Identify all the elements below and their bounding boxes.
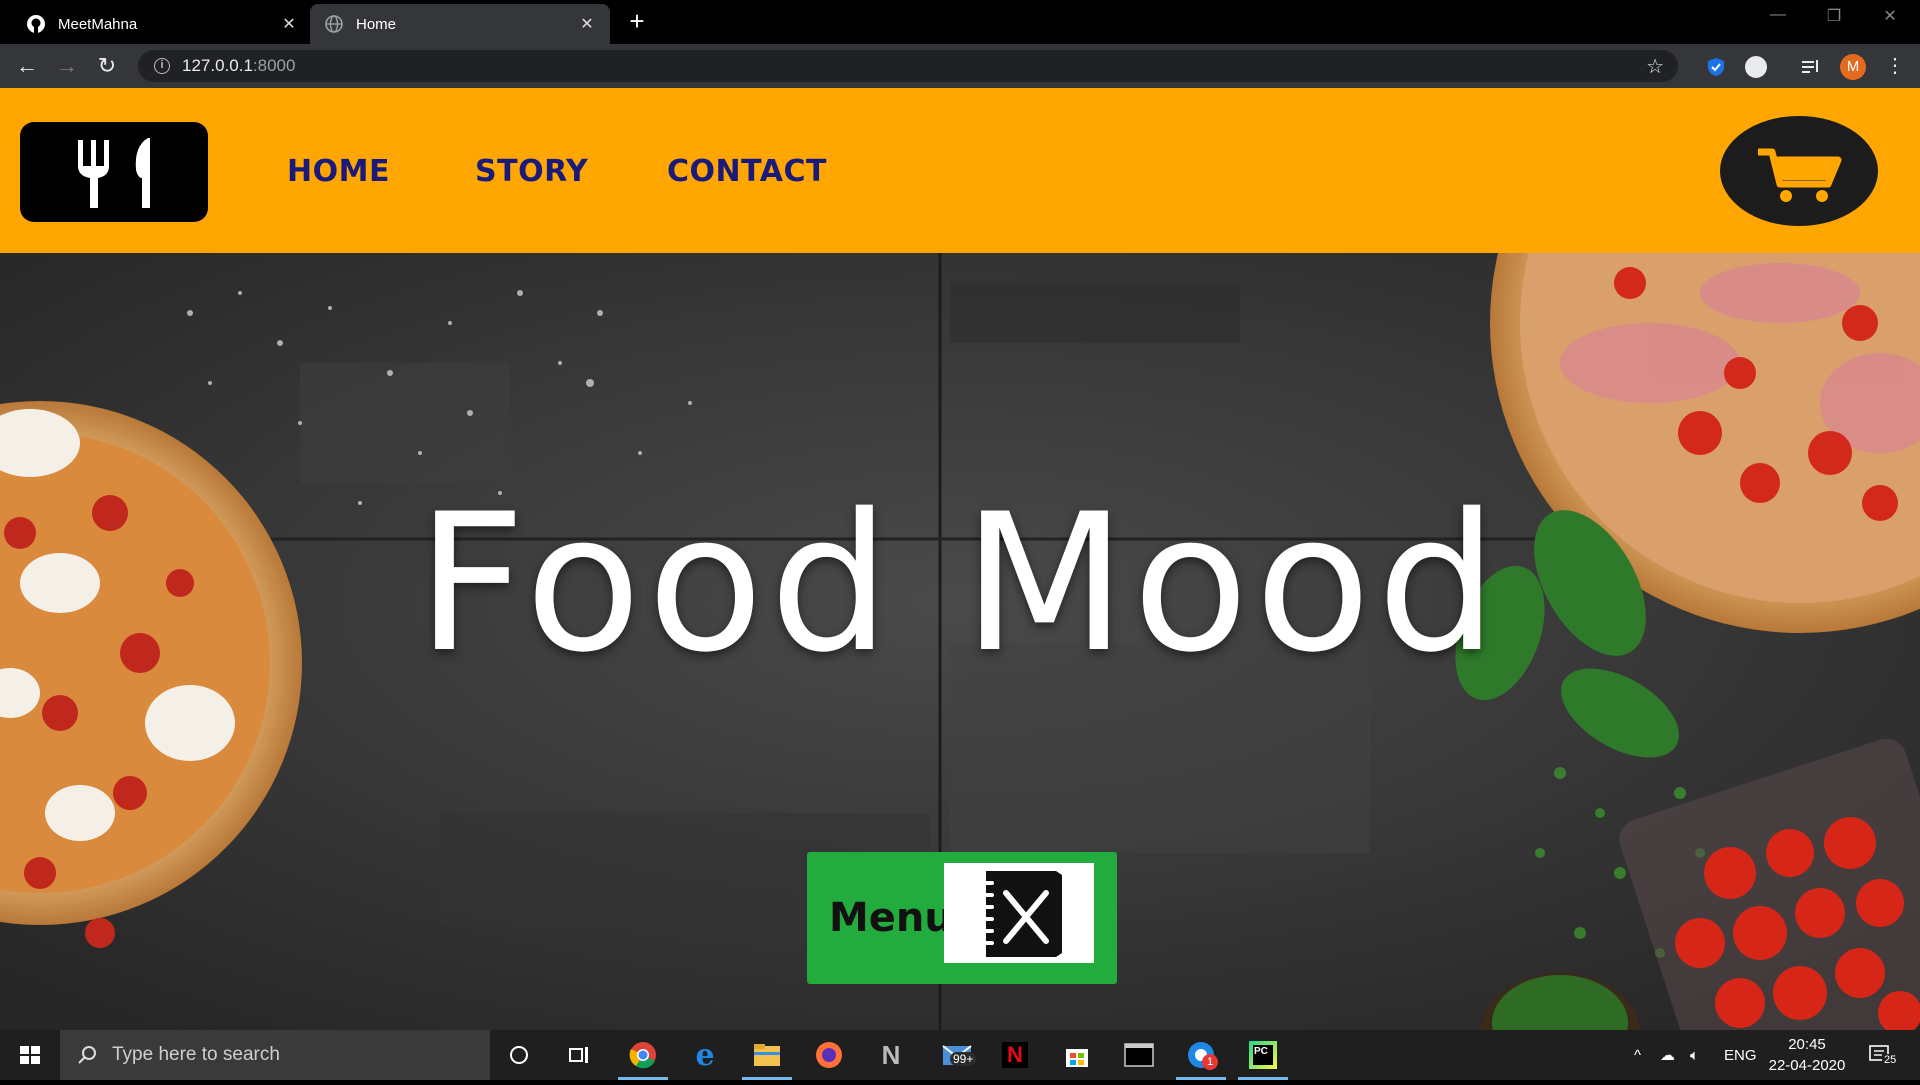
- store-icon[interactable]: [1060, 1038, 1094, 1072]
- windows-taskbar: Type here to search e N 99+ N 1 PC ^ ☁ 🔈…: [0, 1030, 1920, 1080]
- tab-title: MeetMahna: [58, 15, 138, 33]
- taskbar-clock[interactable]: 20:45 22-04-2020: [1762, 1034, 1852, 1076]
- action-center-icon[interactable]: 25: [1868, 1030, 1899, 1080]
- notion-icon[interactable]: N: [874, 1038, 908, 1072]
- cart-button[interactable]: [1720, 116, 1878, 226]
- file-explorer-icon[interactable]: [750, 1038, 784, 1072]
- site-navbar: HOME STORY CONTACT: [0, 88, 1920, 253]
- mail-badge: 99+: [950, 1052, 977, 1066]
- tab-title: Home: [356, 15, 397, 33]
- site-info-icon[interactable]: i: [154, 58, 170, 74]
- mail-icon[interactable]: 99+: [936, 1038, 980, 1072]
- task-view-icon[interactable]: [563, 1038, 597, 1072]
- minimize-icon[interactable]: —: [1758, 6, 1798, 24]
- tab-meetmahna[interactable]: MeetMahna ✕: [12, 4, 312, 44]
- cortana-icon[interactable]: [502, 1038, 536, 1072]
- chrome-profile-icon[interactable]: 1: [1184, 1038, 1218, 1072]
- chrome-icon[interactable]: [626, 1038, 660, 1072]
- profile-avatar[interactable]: M: [1840, 54, 1866, 80]
- menu-book-icon: [944, 863, 1094, 963]
- browser-toolbar: ← → ↻ i 127.0.0.1:8000 ☆ M ⋮: [0, 44, 1920, 88]
- github-icon: [27, 15, 45, 33]
- language-indicator[interactable]: ENG: [1724, 1030, 1757, 1080]
- volume-icon[interactable]: 🔈︎: [1690, 1030, 1699, 1080]
- show-hidden-icons-chevron-icon[interactable]: ^: [1634, 1030, 1641, 1080]
- nav-contact-link[interactable]: CONTACT: [667, 154, 827, 189]
- onedrive-icon[interactable]: ☁: [1660, 1030, 1675, 1080]
- reload-icon[interactable]: ↻: [94, 53, 120, 79]
- new-tab-button[interactable]: +: [622, 6, 652, 37]
- clock-date: 22-04-2020: [1768, 1057, 1846, 1074]
- url-port: :8000: [252, 56, 296, 75]
- chrome-profile-badge: 1: [1202, 1054, 1218, 1070]
- clock-time: 20:45: [1788, 1036, 1826, 1053]
- site-logo[interactable]: [20, 122, 208, 222]
- forward-icon[interactable]: →: [54, 53, 80, 79]
- web-page: HOME STORY CONTACT Food Mood Menu: [0, 88, 1920, 1030]
- tab-home[interactable]: Home ✕: [310, 4, 610, 44]
- shield-extension-icon[interactable]: [1705, 56, 1727, 78]
- menu-button[interactable]: Menu: [807, 852, 1117, 984]
- hero-section: Food Mood Menu: [0, 253, 1920, 1030]
- url-host: 127.0.0.1: [182, 56, 253, 75]
- edge-icon[interactable]: e: [688, 1038, 722, 1073]
- windows-logo-icon: [20, 1046, 40, 1064]
- menu-button-label: Menu: [829, 895, 953, 941]
- close-window-icon[interactable]: ✕: [1870, 6, 1910, 26]
- media-queue-icon[interactable]: [1800, 56, 1822, 78]
- pycharm-icon[interactable]: PC: [1246, 1038, 1280, 1072]
- browser-menu-icon[interactable]: ⋮: [1882, 53, 1908, 79]
- search-icon: [78, 1046, 96, 1064]
- restore-icon[interactable]: ❐: [1814, 6, 1854, 26]
- search-placeholder: Type here to search: [112, 1044, 280, 1065]
- notification-count: 25: [1882, 1054, 1899, 1066]
- shopping-cart-icon: [1758, 148, 1842, 202]
- globe-icon: [325, 15, 343, 33]
- taskbar-search-box[interactable]: Type here to search: [60, 1030, 490, 1080]
- nav-home-link[interactable]: HOME: [287, 154, 390, 189]
- netflix-icon[interactable]: N: [998, 1038, 1032, 1072]
- extension-avatar-icon[interactable]: [1745, 56, 1767, 78]
- firefox-icon[interactable]: [812, 1038, 846, 1072]
- back-icon[interactable]: ←: [14, 53, 40, 79]
- hero-title: Food Mood: [416, 473, 1504, 694]
- terminal-icon[interactable]: [1122, 1038, 1156, 1072]
- start-button[interactable]: [0, 1030, 60, 1080]
- fork-knife-icon: [78, 138, 150, 208]
- browser-tab-strip: MeetMahna ✕ Home ✕ + — ❐ ✕: [0, 0, 1920, 44]
- close-tab-icon[interactable]: ✕: [578, 14, 596, 34]
- nav-story-link[interactable]: STORY: [475, 154, 588, 189]
- address-bar[interactable]: i 127.0.0.1:8000 ☆: [138, 50, 1678, 82]
- bookmark-star-icon[interactable]: ☆: [1646, 54, 1664, 79]
- close-tab-icon[interactable]: ✕: [280, 14, 298, 34]
